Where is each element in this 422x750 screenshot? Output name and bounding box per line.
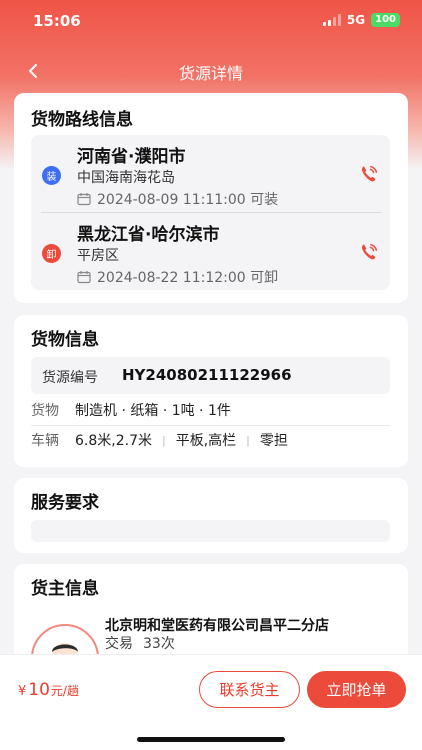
phone-icon[interactable] <box>358 241 380 263</box>
unload-badge: 卸 <box>42 244 61 263</box>
battery-icon: 100 <box>371 13 400 27</box>
status-time: 15:06 <box>33 12 81 30</box>
service-requirements-box <box>31 520 390 542</box>
nav-bar: 货源详情 <box>0 54 422 88</box>
grab-order-button[interactable]: 立即抢单 <box>307 671 406 708</box>
home-indicator <box>137 737 285 742</box>
price-symbol: ¥ <box>18 684 27 699</box>
load-badge: 装 <box>42 166 61 185</box>
price-unit: 元/趟 <box>50 684 79 698</box>
service-card: 服务要求 <box>14 478 408 553</box>
route-card: 货物路线信息 装 河南省·濮阳市 中国海南海花岛 2024-08-09 11:1… <box>14 93 408 303</box>
bottom-action-bar: ¥ 10 元/趟 联系货主 立即抢单 <box>0 654 422 750</box>
calendar-icon <box>77 193 91 206</box>
goods-code-label: 货源编号 <box>42 370 98 386</box>
signal-icon <box>322 14 341 26</box>
cargo-value: 制造机 · 纸箱 · 1吨 · 1件 <box>75 403 231 419</box>
separator: | <box>161 433 166 447</box>
phone-icon[interactable] <box>358 163 380 185</box>
network-type: 5G <box>346 13 366 27</box>
cargo-row: 货物 制造机 · 纸箱 · 1吨 · 1件 <box>31 396 390 424</box>
company-name: 北京明和堂医药有限公司昌平二分店 <box>105 618 329 634</box>
route-card-title: 货物路线信息 <box>31 110 133 130</box>
trade-count: 33次 <box>143 636 175 652</box>
route-list: 装 河南省·濮阳市 中国海南海花岛 2024-08-09 11:11:00 可装 <box>31 135 390 290</box>
vehicle-label: 车辆 <box>31 433 59 449</box>
goods-code-row: 货源编号 HY24080211122966 <box>31 357 390 394</box>
vehicle-type: 平板,高栏 <box>175 433 237 449</box>
route-stop-load: 装 河南省·濮阳市 中国海南海花岛 2024-08-09 11:11:00 可装 <box>31 135 390 213</box>
goods-card-title: 货物信息 <box>31 330 99 350</box>
trade-label: 交易 <box>105 636 133 652</box>
stop-address: 中国海南海花岛 <box>77 170 175 186</box>
stop-time: 2024-08-22 11:12:00 可卸 <box>97 270 279 286</box>
stop-time-row: 2024-08-09 11:11:00 可装 <box>77 189 278 209</box>
route-stop-unload: 卸 黑龙江省·哈尔滨市 平房区 2024-08-22 11:12:00 可卸 <box>31 213 390 290</box>
page-title: 货源详情 <box>178 64 243 83</box>
stop-time: 2024-08-09 11:11:00 可装 <box>97 192 279 208</box>
vehicle-size: 6.8米,2.7米 <box>75 433 152 449</box>
vehicle-row: 车辆 6.8米,2.7米 | 平板,高栏 | 零担 <box>31 426 390 454</box>
price-value: 10 <box>28 680 50 700</box>
goods-card: 货物信息 货源编号 HY24080211122966 货物 制造机 · 纸箱 ·… <box>14 315 408 467</box>
stop-time-row: 2024-08-22 11:12:00 可卸 <box>77 267 278 287</box>
calendar-icon <box>77 271 91 284</box>
contact-shipper-button[interactable]: 联系货主 <box>199 671 300 708</box>
stop-city: 黑龙江省·哈尔滨市 <box>77 225 220 245</box>
separator: | <box>246 433 250 447</box>
status-bar: 15:06 5G 100 <box>0 0 422 44</box>
stop-city: 河南省·濮阳市 <box>77 147 186 167</box>
trade-row: 交易 33次 <box>105 633 175 653</box>
cargo-label: 货物 <box>31 403 59 419</box>
shipper-card-title: 货主信息 <box>31 579 99 599</box>
status-indicators: 5G 100 <box>322 13 400 27</box>
vehicle-load: 零担 <box>259 433 288 449</box>
service-card-title: 服务要求 <box>31 493 99 513</box>
goods-code-value: HY24080211122966 <box>122 366 292 384</box>
stop-address: 平房区 <box>77 248 119 264</box>
price: ¥ 10 元/趟 <box>18 680 79 700</box>
